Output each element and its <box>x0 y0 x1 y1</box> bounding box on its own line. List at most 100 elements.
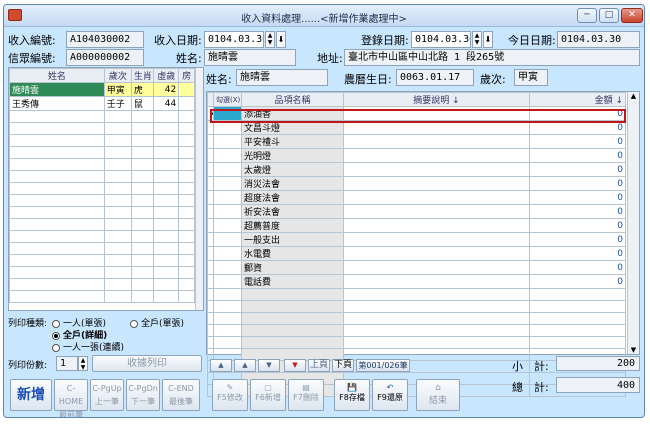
name-field[interactable]: 施晴雲 <box>204 49 296 66</box>
item-amount: 0 <box>529 148 626 163</box>
item-row[interactable]: 一般支出 0 <box>207 232 626 247</box>
item-check[interactable] <box>213 120 242 135</box>
people-row-empty[interactable] <box>9 290 195 303</box>
nav-down-icon[interactable]: ▼ <box>258 359 280 372</box>
item-check[interactable] <box>213 246 242 261</box>
item-row-empty[interactable] <box>207 288 626 301</box>
col-item-name[interactable]: 品項名稱 <box>241 92 344 107</box>
people-row-empty[interactable] <box>9 158 195 171</box>
people-row-empty[interactable] <box>9 182 195 195</box>
people-row-empty[interactable] <box>9 170 195 183</box>
item-row[interactable]: 平安禮斗 0 <box>207 134 626 149</box>
item-row[interactable]: 消災法會 0 <box>207 176 626 191</box>
prev-record-button[interactable]: C-PgUp 上一筆 <box>90 379 124 411</box>
people-row-empty[interactable] <box>9 230 195 243</box>
income-date-field[interactable]: 0104.03.30 <box>204 31 264 48</box>
item-row-empty[interactable] <box>207 312 626 325</box>
item-check[interactable] <box>213 106 242 121</box>
minimize-button[interactable]: ─ <box>577 8 597 23</box>
people-row-empty[interactable] <box>9 242 195 255</box>
people-row-empty[interactable] <box>9 206 195 219</box>
item-check[interactable] <box>213 260 242 275</box>
people-row-empty[interactable] <box>9 266 195 279</box>
item-row[interactable]: 文昌斗燈 0 <box>207 120 626 135</box>
save-button[interactable]: 💾 F8存檔 <box>334 379 370 411</box>
item-check[interactable] <box>213 204 242 219</box>
item-row[interactable]: 太歲燈 0 <box>207 162 626 177</box>
col-year[interactable]: 歲次 <box>103 68 132 83</box>
receipt-print-button[interactable]: 收據列印 <box>92 355 202 372</box>
first-record-button[interactable]: C-HOME 最前筆 <box>54 379 88 417</box>
col-summary[interactable]: 摘要說明 ↓ <box>343 92 530 107</box>
col-room[interactable]: 房 <box>178 68 195 83</box>
items-scrollbar[interactable]: ▲ ▼ <box>627 92 639 354</box>
reg-date-calendar-icon[interactable]: ⬇ <box>483 31 493 48</box>
item-check[interactable] <box>213 148 242 163</box>
item-check[interactable] <box>213 232 242 247</box>
prev-page-button[interactable]: 上頁 <box>308 359 330 372</box>
item-row[interactable]: 水電費 0 <box>207 246 626 261</box>
edit-button[interactable]: ✎ F5修改 <box>212 379 248 411</box>
people-row-empty[interactable] <box>9 218 195 231</box>
people-row-empty[interactable] <box>9 254 195 267</box>
people-scrollbar[interactable] <box>195 68 203 310</box>
people-row-empty[interactable] <box>9 110 195 123</box>
item-row-empty[interactable] <box>207 336 626 349</box>
scroll-up-icon[interactable]: ▲ <box>628 92 639 100</box>
col-name[interactable]: 姓名 <box>9 68 105 83</box>
next-page-button[interactable]: 下頁 <box>332 359 354 372</box>
people-row-empty[interactable] <box>9 194 195 207</box>
reg-date-field[interactable]: 0104.03.30 <box>411 31 471 48</box>
income-no-field[interactable]: A104030002 <box>66 31 144 48</box>
item-check[interactable] <box>213 162 242 177</box>
copies-field[interactable]: 1 <box>56 356 78 371</box>
item-row[interactable]: ▸ 添油香 0 <box>207 106 626 121</box>
address-field[interactable]: 臺北市中山區中山北路 1 段265號 <box>344 49 640 66</box>
income-date-calendar-icon[interactable]: ⬇ <box>276 31 286 48</box>
item-row[interactable]: 祈安法會 0 <box>207 204 626 219</box>
col-age[interactable]: 虛歲 <box>153 68 180 83</box>
exit-button[interactable]: ⌂ 結束 <box>416 379 460 411</box>
item-row[interactable]: 超薦普度 0 <box>207 218 626 233</box>
item-check[interactable] <box>213 274 242 289</box>
empty-cell <box>178 170 195 183</box>
people-row-empty[interactable] <box>9 122 195 135</box>
print-option-household[interactable]: 全戶(單張) <box>130 316 184 329</box>
print-option-continuous[interactable]: 一人一張(連續) <box>52 340 124 353</box>
item-row[interactable]: 光明燈 0 <box>207 148 626 163</box>
close-button[interactable]: ✕ <box>621 8 643 23</box>
item-row-empty[interactable] <box>207 300 626 313</box>
item-check[interactable] <box>213 190 242 205</box>
new-button[interactable]: 新增 <box>10 379 52 411</box>
income-date-spinner[interactable]: ▲ ▼ <box>265 31 275 48</box>
item-row[interactable]: 電話費 0 <box>207 274 626 289</box>
maximize-button[interactable]: □ <box>599 8 619 23</box>
nav-up-icon[interactable]: ▲ <box>234 359 256 372</box>
item-row[interactable]: 郵資 0 <box>207 260 626 275</box>
nav-first-icon[interactable]: ▲ <box>210 359 232 372</box>
item-row[interactable]: 超度法會 0 <box>207 190 626 205</box>
people-table-header: 姓名 歲次 生肖 虛歲 房 <box>9 68 195 83</box>
scroll-down-icon[interactable]: ▼ <box>628 346 639 354</box>
people-row[interactable]: 王秀傳 壬子 鼠 44 <box>9 96 195 111</box>
last-record-button[interactable]: C-END 最後筆 <box>162 379 200 411</box>
item-check[interactable] <box>213 176 242 191</box>
item-check[interactable] <box>213 134 242 149</box>
people-row-empty[interactable] <box>9 134 195 147</box>
add-button[interactable]: ▢ F6新增 <box>250 379 286 411</box>
item-row-empty[interactable] <box>207 324 626 337</box>
next-record-button[interactable]: C-PgDn 下一筆 <box>126 379 160 411</box>
item-check[interactable] <box>213 218 242 233</box>
restore-button[interactable]: ↶ F9還原 <box>372 379 408 411</box>
believer-no-field[interactable]: A000000002 <box>66 49 144 66</box>
col-zodiac[interactable]: 生肖 <box>130 68 155 83</box>
reg-date-spinner[interactable]: ▲ ▼ <box>472 31 482 48</box>
copies-spinner[interactable]: ▲ ▼ <box>78 356 88 371</box>
people-row-empty[interactable] <box>9 146 195 159</box>
people-row-empty[interactable] <box>9 278 195 291</box>
people-row[interactable]: 施晴雲 甲寅 虎 42 <box>9 82 195 97</box>
delete-button[interactable]: ▤ F7刪除 <box>288 379 324 411</box>
nav-last-icon[interactable]: ▼ <box>284 359 306 372</box>
col-amount[interactable]: 金額 ↓ <box>529 92 626 107</box>
col-check[interactable]: 勾選(X) <box>213 92 242 107</box>
